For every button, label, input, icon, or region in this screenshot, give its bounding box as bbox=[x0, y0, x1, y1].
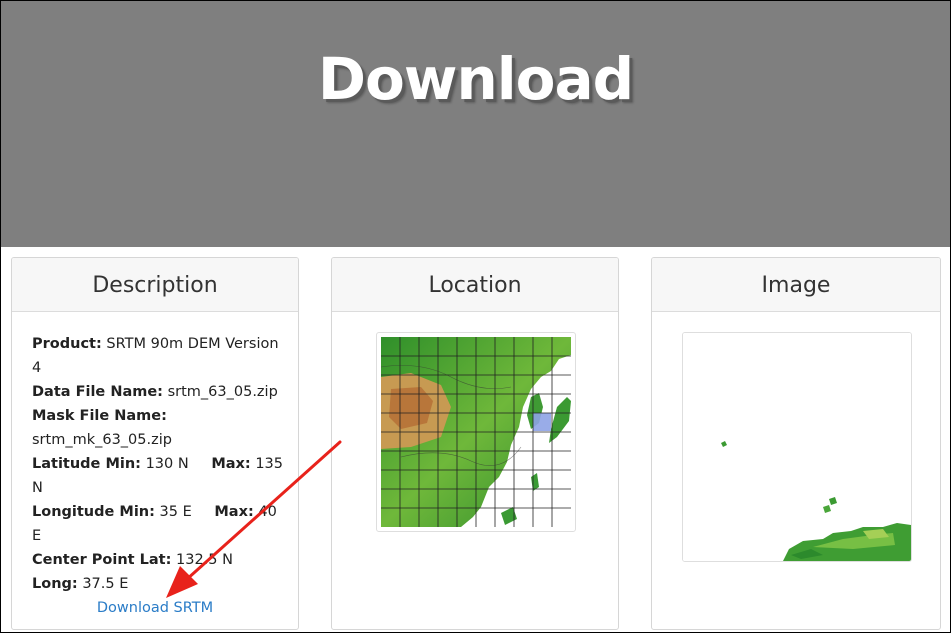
longitude-min-label: Longitude Min: bbox=[32, 504, 155, 520]
mask-file-row: Mask File Name: srtm_mk_63_05.zip bbox=[32, 404, 284, 452]
location-heading: Location bbox=[332, 258, 618, 312]
center-long-label: Long: bbox=[32, 576, 78, 592]
description-details: Product: SRTM 90m DEM Version 4 Data Fil… bbox=[32, 332, 284, 596]
latitude-min-value: 130 N bbox=[145, 456, 189, 472]
download-srtm-link[interactable]: Download SRTM bbox=[12, 600, 298, 616]
description-card: Description Product: SRTM 90m DEM Versio… bbox=[11, 257, 299, 630]
product-row: Product: SRTM 90m DEM Version 4 bbox=[32, 332, 284, 380]
image-card: Image bbox=[651, 257, 941, 630]
longitude-min-value: 35 E bbox=[159, 504, 192, 520]
longitude-max-label: Max: bbox=[214, 504, 254, 520]
page-title: Download bbox=[317, 45, 634, 113]
center-point-row: Center Point Lat: 132.5 N Long: 37.5 E bbox=[32, 548, 284, 596]
latitude-max-label: Max: bbox=[211, 456, 251, 472]
latitude-row: Latitude Min: 130 N Max: 135 N bbox=[32, 452, 284, 500]
mask-file-label: Mask File Name: bbox=[32, 408, 167, 424]
product-label: Product: bbox=[32, 336, 102, 352]
location-map-thumbnail[interactable] bbox=[376, 332, 576, 532]
tile-terrain-image bbox=[683, 333, 911, 561]
tile-preview-image[interactable] bbox=[682, 332, 912, 562]
description-heading: Description bbox=[12, 258, 298, 312]
data-file-label: Data File Name: bbox=[32, 384, 163, 400]
page-header: Download bbox=[1, 1, 950, 247]
mask-file-value: srtm_mk_63_05.zip bbox=[32, 432, 172, 448]
image-heading: Image bbox=[652, 258, 940, 312]
center-lat-label: Center Point Lat: bbox=[32, 552, 172, 568]
latitude-min-label: Latitude Min: bbox=[32, 456, 141, 472]
data-file-row: Data File Name: srtm_63_05.zip bbox=[32, 380, 284, 404]
longitude-row: Longitude Min: 35 E Max: 40 E bbox=[32, 500, 284, 548]
data-file-value: srtm_63_05.zip bbox=[167, 384, 278, 400]
center-long-value: 37.5 E bbox=[82, 576, 129, 592]
location-card: Location bbox=[331, 257, 619, 630]
center-lat-value: 132.5 N bbox=[176, 552, 233, 568]
location-map-image bbox=[381, 337, 571, 527]
